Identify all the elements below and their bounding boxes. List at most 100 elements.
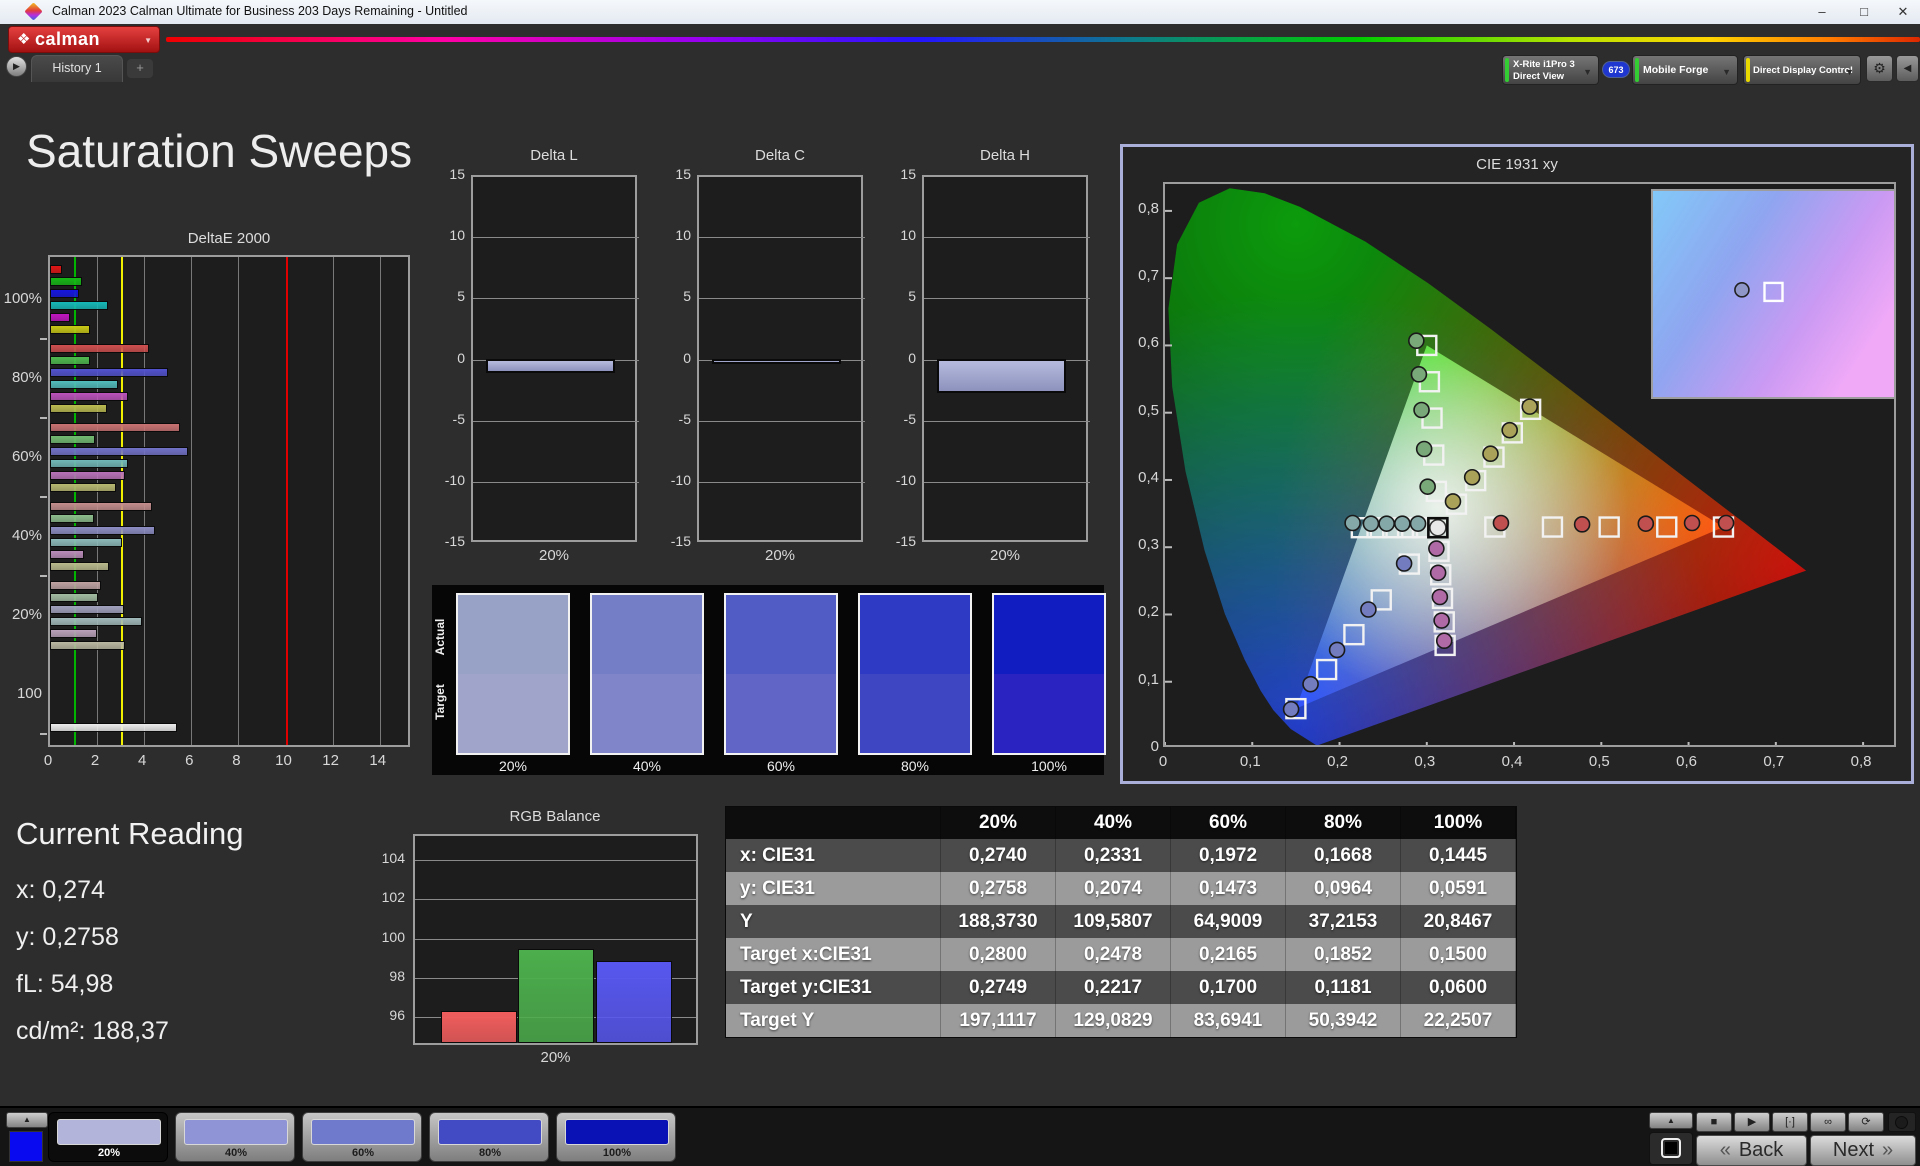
minimize-button[interactable]: – xyxy=(1801,0,1843,24)
transport-expand-button[interactable]: ▲ xyxy=(1649,1112,1693,1129)
table-value-cell: 188,3730 xyxy=(941,905,1056,938)
table-value-cell: 0,1668 xyxy=(1286,839,1401,872)
measured-dot-red xyxy=(1685,516,1700,531)
table-value-cell: 0,2800 xyxy=(941,938,1056,971)
patch-button-40%[interactable]: 40% xyxy=(175,1112,295,1162)
deltae-bar xyxy=(50,325,90,334)
deltae-bar xyxy=(50,605,124,614)
cie-1931-panel: CIE 1931 xy xyxy=(1120,144,1914,784)
loop-button[interactable]: ⟳ xyxy=(1848,1112,1884,1132)
swatch-label: 20% xyxy=(456,758,570,774)
display-control-dropdown[interactable]: Direct Display Control ▼ xyxy=(1743,55,1861,85)
y-tick-label: 10 xyxy=(433,227,465,243)
y-axis-tick xyxy=(40,496,47,498)
patch-button-100%[interactable]: 100% xyxy=(556,1112,676,1162)
measured-dot-green xyxy=(1411,367,1426,382)
cie-inset-zoom xyxy=(1652,190,1895,398)
table-row: x: CIE310,27400,23310,19720,16680,1445 xyxy=(726,839,1516,872)
next-chevrons-icon: » xyxy=(1882,1139,1893,1161)
bottom-bar: ▲20%40%60%80%100%▲■▶[·]∞⟳«BackNext» xyxy=(0,1106,1920,1166)
meter-dropdown[interactable]: X-Rite i1Pro 3 Direct View ▼ xyxy=(1502,55,1599,85)
x-tick-label: 10 xyxy=(270,752,298,769)
y-tick-label: 0 xyxy=(433,350,465,366)
deltae-bar xyxy=(50,550,84,559)
table-row-label: Y xyxy=(726,905,941,938)
delta-bar xyxy=(712,359,841,365)
swatch-label: 60% xyxy=(724,758,838,774)
calman-menu-button[interactable]: ❖ calman ▼ xyxy=(8,26,160,53)
status-indicator-button[interactable] xyxy=(1888,1112,1916,1132)
deltae-bar xyxy=(50,313,70,322)
stop-button[interactable]: ■ xyxy=(1696,1112,1732,1132)
cie-x-label: 0,7 xyxy=(1754,753,1794,770)
measured-dot-blue xyxy=(1397,556,1412,571)
measured-dot-magenta xyxy=(1432,589,1447,604)
collapse-panel-button[interactable]: ◀ xyxy=(1896,55,1919,82)
patch-color xyxy=(565,1119,669,1145)
chart-title: Delta H xyxy=(922,147,1088,164)
table-value-cell: 0,1500 xyxy=(1401,938,1516,971)
patch-color xyxy=(57,1119,161,1145)
measured-dot-cyan xyxy=(1363,516,1378,531)
marker-button[interactable]: [·] xyxy=(1772,1112,1808,1132)
close-button[interactable]: ✕ xyxy=(1882,0,1920,24)
settings-button[interactable]: ⚙ xyxy=(1866,55,1893,82)
deltae-bar xyxy=(50,581,101,590)
rgb-bar-red xyxy=(441,1011,517,1043)
measure-window-button[interactable] xyxy=(1649,1132,1693,1165)
patch-button-20%[interactable]: 20% xyxy=(48,1112,168,1162)
y-tick-label: -15 xyxy=(884,533,916,549)
y-axis-tick xyxy=(40,417,47,419)
y-tick-label: -15 xyxy=(433,533,465,549)
play-button[interactable]: ▶ xyxy=(1734,1112,1770,1132)
add-tab-button[interactable]: + xyxy=(127,59,153,78)
source-dropdown[interactable]: Mobile Forge ▼ xyxy=(1632,55,1738,85)
current-reading-fl: fL: 54,98 xyxy=(16,970,113,999)
cie-x-label: 0,2 xyxy=(1318,753,1358,770)
table-value-cell: 50,3942 xyxy=(1286,1004,1401,1037)
measured-dot-red xyxy=(1575,517,1590,532)
patch-button-60%[interactable]: 60% xyxy=(302,1112,422,1162)
table-value-cell: 0,0591 xyxy=(1401,872,1516,905)
table-header-cell: 60% xyxy=(1171,807,1286,839)
back-button[interactable]: «Back xyxy=(1696,1135,1807,1166)
app-icon xyxy=(24,2,42,20)
gridline xyxy=(924,421,1090,422)
y-tick-label: -10 xyxy=(659,472,691,488)
y-tick-label: 100 xyxy=(365,929,405,945)
patch-color xyxy=(184,1119,288,1145)
patch-button-80%[interactable]: 80% xyxy=(429,1112,549,1162)
measured-dot-magenta xyxy=(1437,633,1452,648)
title-bar: Calman 2023 Calman Ultimate for Business… xyxy=(0,0,1920,24)
deltae-2000-chart xyxy=(48,255,410,747)
gridline xyxy=(473,298,639,299)
table-row: Target Y197,1117129,082983,694150,394222… xyxy=(726,1004,1516,1037)
x-tick-label: 2 xyxy=(81,752,109,769)
meter-name: X-Rite i1Pro 3 xyxy=(1513,59,1575,70)
tab-scroll-button[interactable]: ▶ xyxy=(6,56,27,77)
group-label-80%: 80% xyxy=(0,369,42,386)
maximize-button[interactable]: □ xyxy=(1843,0,1885,24)
x-axis-label: 20% xyxy=(922,547,1088,564)
gridline xyxy=(238,257,239,745)
y-tick-label: 15 xyxy=(884,166,916,182)
y-tick-label: 96 xyxy=(365,1007,405,1023)
measured-dot-cyan xyxy=(1395,516,1410,531)
cie-y-label: 0,5 xyxy=(1119,402,1159,419)
table-value-cell: 197,1117 xyxy=(941,1004,1056,1037)
continuous-button[interactable]: ∞ xyxy=(1810,1112,1846,1132)
page-title: Saturation Sweeps xyxy=(26,124,412,178)
deltae-bar xyxy=(50,471,125,480)
measurement-table: 20%40%60%80%100%x: CIE310,27400,23310,19… xyxy=(725,806,1517,1038)
current-reading-heading: Current Reading xyxy=(16,816,243,852)
meter-count-badge: 673 xyxy=(1602,61,1630,78)
y-tick-label: -5 xyxy=(433,411,465,427)
group-label-100: 100 xyxy=(0,685,42,702)
rgb-bar-blue xyxy=(596,961,672,1043)
preview-expand-button[interactable]: ▲ xyxy=(6,1112,48,1128)
tab-history-1[interactable]: History 1 xyxy=(31,55,123,82)
next-button[interactable]: Next» xyxy=(1810,1135,1916,1166)
deltae-bar xyxy=(50,265,62,274)
swatch-60% xyxy=(724,593,838,755)
y-tick-label: 5 xyxy=(659,288,691,304)
